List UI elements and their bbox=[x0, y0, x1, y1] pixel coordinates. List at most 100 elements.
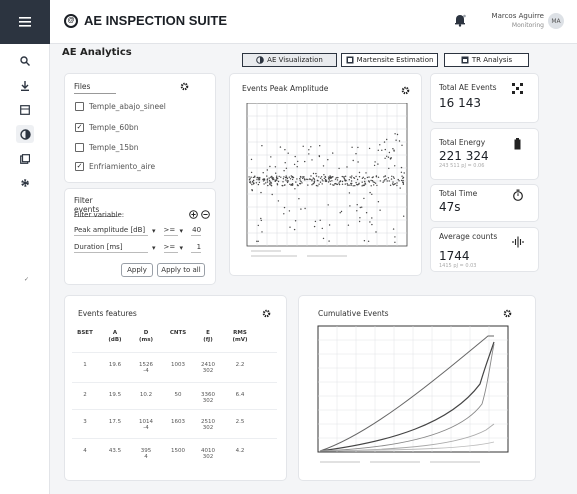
scatter-point bbox=[299, 182, 301, 185]
scatter-point bbox=[377, 149, 379, 151]
filter-operator-select[interactable]: >= bbox=[163, 243, 178, 253]
peak-amplitude-title: Events Peak Amplitude bbox=[242, 84, 329, 93]
features-gear-icon[interactable] bbox=[262, 309, 271, 318]
scatter-point bbox=[328, 178, 330, 180]
scatter-point bbox=[341, 175, 343, 178]
table-cell: 1 bbox=[83, 362, 87, 368]
filter-value-input[interactable]: 40 bbox=[191, 226, 202, 236]
scatter-point bbox=[373, 184, 375, 186]
scatter-point bbox=[393, 177, 395, 179]
kpi-value: 1744 bbox=[439, 249, 470, 263]
scatter-point bbox=[344, 178, 346, 181]
scatter-point bbox=[373, 181, 375, 184]
app-title: @ AE INSPECTION SUITE bbox=[64, 13, 227, 28]
scatter-point bbox=[322, 237, 325, 240]
scatter-point bbox=[293, 163, 296, 166]
scatter-point bbox=[267, 184, 269, 187]
scatter-point bbox=[248, 179, 251, 181]
settings-icon[interactable] bbox=[16, 174, 34, 192]
scatter-point bbox=[287, 152, 289, 154]
scatter-point bbox=[257, 183, 260, 186]
checkbox[interactable] bbox=[75, 142, 84, 152]
scatter-point bbox=[386, 155, 388, 157]
scatter-point bbox=[359, 206, 361, 209]
checkbox-checked[interactable]: ✓ bbox=[75, 122, 84, 132]
scatter-point bbox=[283, 206, 286, 209]
scatter-point bbox=[400, 171, 403, 173]
file-item[interactable]: ✓ Enfriamiento_aire bbox=[75, 160, 155, 172]
cumulative-events-plot bbox=[317, 325, 509, 463]
search-icon[interactable] bbox=[16, 52, 34, 70]
tab-martensite-estimation[interactable]: Martensite Estimation bbox=[341, 53, 438, 67]
kpi-value: 47s bbox=[439, 200, 461, 214]
scatter-point bbox=[394, 133, 396, 135]
scatter-point bbox=[379, 180, 381, 182]
scatter-point bbox=[292, 176, 295, 179]
scatter-point bbox=[371, 180, 374, 182]
scatter-point bbox=[260, 219, 262, 222]
scatter-point bbox=[368, 176, 370, 178]
scatter-point bbox=[393, 149, 395, 151]
filter-operator-select[interactable]: >= bbox=[163, 226, 178, 236]
checkbox-checked[interactable]: ✓ bbox=[75, 161, 84, 171]
scatter-point bbox=[262, 178, 264, 181]
scatter-point bbox=[328, 179, 330, 181]
scatter-point bbox=[337, 176, 339, 179]
scatter-point bbox=[359, 217, 361, 219]
cumulative-gear-icon[interactable] bbox=[503, 309, 512, 318]
scatter-point bbox=[294, 220, 297, 222]
table-cell: 3 bbox=[83, 419, 87, 425]
scatter-point bbox=[342, 176, 345, 178]
collapse-check-icon[interactable]: ✓ bbox=[24, 276, 29, 283]
scatter-point bbox=[363, 184, 365, 187]
scatter-point bbox=[339, 180, 342, 182]
scatter-point bbox=[336, 183, 339, 186]
analytics-icon[interactable] bbox=[16, 125, 34, 143]
scatter-point bbox=[266, 169, 268, 171]
scatter-point bbox=[302, 145, 304, 147]
filter-variable-select[interactable]: Peak amplitude [dB] bbox=[74, 226, 148, 236]
scatter-point bbox=[283, 170, 285, 172]
checkbox[interactable] bbox=[75, 101, 84, 111]
reports-icon[interactable] bbox=[16, 150, 34, 168]
scatter-point bbox=[265, 182, 267, 184]
tab-tr-analysis[interactable]: TR Analysis bbox=[444, 53, 529, 67]
file-item[interactable]: Temple_15bn bbox=[75, 141, 139, 153]
remove-filter-icon[interactable] bbox=[201, 210, 210, 219]
table-cell: 1003 bbox=[171, 362, 185, 368]
scatter-point bbox=[258, 179, 260, 181]
notification-bell-icon[interactable] bbox=[453, 13, 467, 27]
scatter-point bbox=[331, 176, 334, 178]
scatter-point bbox=[270, 185, 273, 187]
add-filter-icon[interactable] bbox=[189, 210, 198, 219]
scatter-point bbox=[278, 175, 280, 178]
scatter-point bbox=[328, 224, 331, 226]
file-item[interactable]: Temple_abajo_sineel bbox=[75, 100, 166, 112]
peak-gear-icon[interactable] bbox=[401, 86, 410, 95]
scatter-point bbox=[317, 180, 319, 182]
menu-button[interactable] bbox=[0, 0, 50, 44]
file-item[interactable]: ✓ Temple_60bn bbox=[75, 121, 139, 133]
scatter-point bbox=[384, 148, 386, 151]
scatter-point bbox=[394, 183, 396, 185]
scatter-point bbox=[310, 175, 312, 177]
scatter-point bbox=[305, 178, 307, 180]
scatter-point bbox=[329, 180, 331, 182]
filter-value-input[interactable]: 1 bbox=[191, 243, 202, 253]
avatar[interactable]: MA bbox=[548, 13, 564, 29]
scatter-point bbox=[327, 204, 329, 206]
tab-ae-visualization[interactable]: AE Visualization bbox=[242, 53, 337, 67]
scatter-point bbox=[260, 217, 262, 220]
filter-variable-select[interactable]: Duration [ms] bbox=[74, 243, 148, 253]
download-icon[interactable] bbox=[16, 77, 34, 95]
files-gear-icon[interactable] bbox=[180, 82, 189, 91]
waveform-icon bbox=[512, 236, 524, 248]
scatter-point bbox=[392, 181, 394, 183]
apply-to-all-button[interactable]: Apply to all bbox=[157, 263, 205, 277]
dataset-icon[interactable] bbox=[16, 101, 34, 119]
scatter-point bbox=[318, 183, 320, 185]
scatter-point bbox=[394, 236, 396, 238]
apply-button[interactable]: Apply bbox=[121, 263, 153, 277]
scatter-point bbox=[375, 231, 377, 233]
scatter-point bbox=[272, 177, 275, 179]
